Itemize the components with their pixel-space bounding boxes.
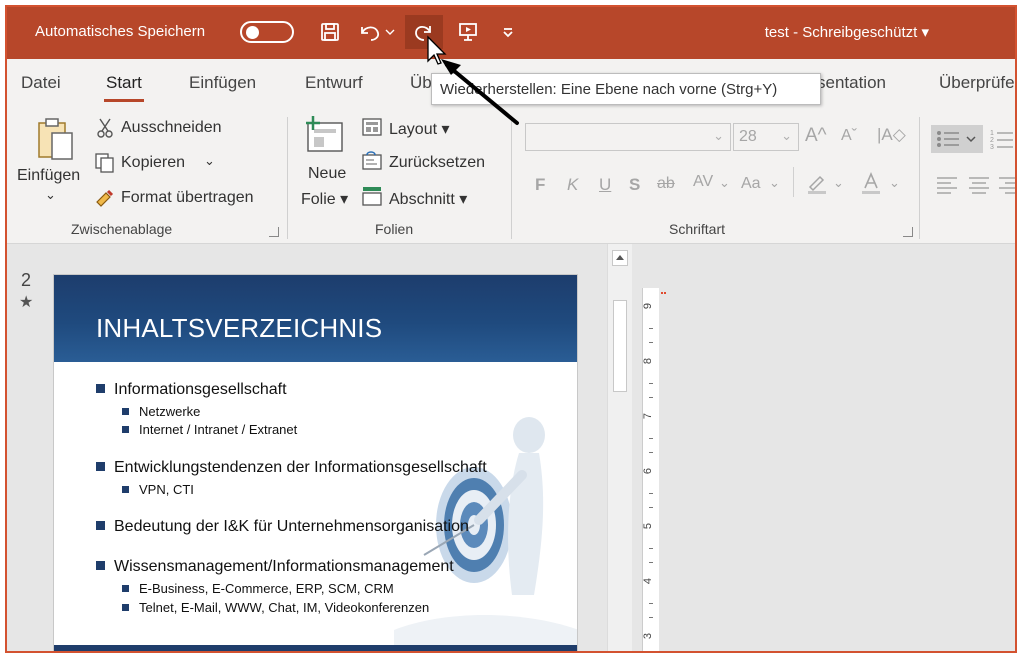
font-color-icon[interactable] (859, 171, 883, 200)
slide-title: INHALTSVERZEICHNIS (96, 313, 383, 343)
slide-number: 2 (21, 270, 32, 290)
chevron-down-icon[interactable]: ⌄ (719, 175, 730, 191)
paste-icon[interactable] (35, 117, 77, 168)
tab-start[interactable]: Start (104, 73, 144, 102)
highlighter-icon[interactable] (805, 171, 829, 200)
copy-icon (94, 152, 116, 179)
ruler-number: 3 (642, 632, 655, 640)
group-separator (511, 117, 512, 239)
section-icon (361, 185, 383, 212)
document-title[interactable]: test - Schreibgeschützt ▾ (765, 23, 929, 41)
bold-button[interactable]: F (535, 175, 545, 195)
ruler-number: 8 (642, 357, 655, 365)
font-size-value: 28 (739, 128, 757, 145)
toggle-knob (246, 26, 259, 39)
bullets-button[interactable] (931, 125, 983, 153)
ruler-number: 9 (642, 302, 655, 310)
undo-icon[interactable] (355, 15, 397, 49)
align-center-icon[interactable] (967, 175, 991, 200)
format-painter-icon (94, 186, 116, 213)
scissors-icon (95, 117, 115, 144)
sub-bullet-item: Internet / Intranet / Extranet (122, 422, 297, 437)
change-case-button[interactable]: Aa (741, 175, 761, 193)
tab-einfuegen[interactable]: Einfügen (189, 73, 256, 93)
group-separator (287, 117, 288, 239)
paste-button[interactable]: Einfügen (17, 167, 80, 185)
font-size-combobox[interactable]: 28 ⌄ (733, 123, 799, 151)
chevron-down-icon[interactable]: ⌄ (769, 175, 780, 191)
sub-bullet-item: Netzwerke (122, 404, 200, 419)
bullet-item: Bedeutung der I&K für Unternehmensorgani… (96, 518, 469, 536)
clipboard-launcher-icon[interactable] (269, 227, 279, 237)
svg-text:1: 1 (990, 130, 994, 137)
shadow-button[interactable]: S (629, 175, 640, 195)
tab-entwurf[interactable]: Entwurf (305, 73, 363, 93)
thumbnail-scrollbar[interactable] (607, 244, 632, 651)
chevron-down-icon[interactable]: ⌄ (833, 175, 844, 191)
copy-dropdown-icon[interactable]: ⌄ (204, 153, 215, 169)
paste-dropdown-icon[interactable]: ⌄ (45, 187, 56, 203)
clear-formatting-icon[interactable]: |A◇ (877, 125, 906, 145)
slide-footer-band (54, 645, 577, 651)
group-separator (919, 117, 920, 239)
align-left-icon[interactable] (935, 175, 959, 200)
new-slide-button[interactable]: Neue (308, 165, 346, 183)
annotation-arrow-icon (427, 35, 519, 125)
tab-bildschirmpraesentation[interactable]: sentation (817, 73, 886, 93)
slide-thumbnail[interactable]: INHALTSVERZEICHNIS Informationsgesellsch… (54, 275, 577, 651)
numbering-icon[interactable]: 123 (989, 127, 1015, 156)
new-slide-icon[interactable] (304, 115, 348, 160)
sub-bullet-item: VPN, CTI (122, 482, 194, 497)
tab-ueberpruefen[interactable]: Überprüfe (939, 73, 1015, 93)
strikethrough-button[interactable]: ab (657, 175, 675, 193)
group-label-slides: Folien (375, 221, 414, 237)
new-slide-dropdown[interactable]: Folie ▾ (301, 189, 348, 209)
layout-icon (361, 117, 383, 142)
app-window: Automatisches Speichern test - Schreibge… (5, 5, 1017, 653)
copy-button[interactable]: Kopieren (121, 154, 185, 172)
italic-button[interactable]: K (567, 175, 578, 195)
group-label-font: Schriftart (669, 221, 726, 237)
ruler-number: 7 (642, 412, 655, 420)
tab-datei[interactable]: Datei (21, 73, 61, 93)
chevron-down-icon: ⌄ (713, 128, 724, 143)
scroll-up-button[interactable] (612, 250, 628, 266)
bullet-item: Informationsgesellschaft (96, 381, 287, 399)
grow-font-icon[interactable]: A^ (805, 125, 827, 147)
autosave-toggle[interactable] (240, 21, 294, 43)
save-icon[interactable] (315, 15, 345, 49)
section-button[interactable]: Abschnitt ▾ (389, 189, 467, 209)
bullet-item: Entwicklungstendenzen der Informationsge… (96, 459, 487, 477)
format-painter-button[interactable]: Format übertragen (121, 189, 254, 207)
character-spacing-button[interactable]: AV (693, 173, 713, 191)
shrink-font-icon[interactable]: Aˇ (841, 127, 857, 145)
slide-edit-area[interactable]: 9 8 7 6 5 4 3 (632, 244, 1015, 651)
reset-icon (361, 151, 383, 176)
bullet-item: Wissensmanagement/Informationsmanagement (96, 558, 454, 576)
sub-bullet-item: E-Business, E-Commerce, ERP, SCM, CRM (122, 581, 394, 596)
svg-text:2: 2 (990, 137, 994, 144)
cut-button[interactable]: Ausschneiden (121, 119, 222, 137)
ruler-number: 5 (642, 522, 655, 530)
svg-text:3: 3 (990, 144, 994, 151)
underline-button[interactable]: U (599, 175, 611, 195)
vertical-ruler: 9 8 7 6 5 4 3 (642, 288, 659, 651)
slide-thumbnail-pane: 2 ★ INHALTSVERZEICHNIS Informationsgesel… (7, 244, 607, 651)
align-right-icon[interactable] (997, 175, 1015, 200)
sub-bullet-item: Telnet, E-Mail, WWW, Chat, IM, Videokonf… (122, 600, 429, 615)
chevron-down-icon: ⌄ (781, 128, 792, 143)
chevron-down-icon[interactable]: ⌄ (889, 175, 900, 191)
animation-star-icon: ★ (19, 294, 34, 311)
font-name-combobox[interactable]: ⌄ (525, 123, 731, 151)
inline-separator (793, 167, 794, 197)
scroll-thumb[interactable] (613, 300, 627, 392)
ruler-number: 6 (642, 467, 655, 475)
group-label-clipboard: Zwischenablage (71, 221, 173, 237)
ruler-number: 4 (642, 577, 655, 585)
font-launcher-icon[interactable] (903, 227, 913, 237)
reset-button[interactable]: Zurücksetzen (389, 154, 485, 172)
autosave-label: Automatisches Speichern (35, 23, 206, 40)
